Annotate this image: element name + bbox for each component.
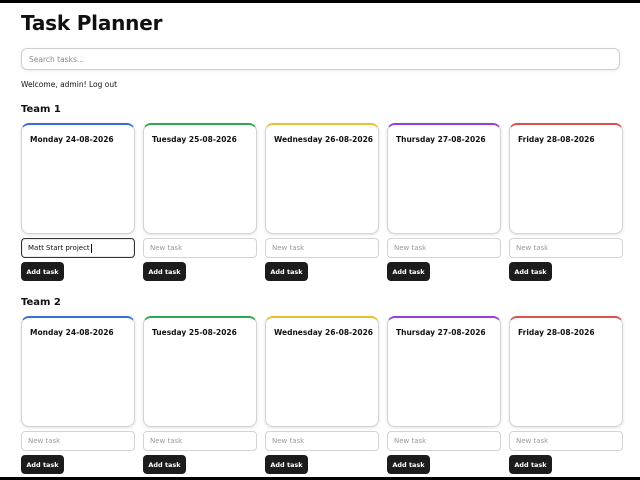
day-card: Tuesday 25-08-2026	[143, 123, 257, 234]
add-task-button[interactable]: Add task	[265, 262, 308, 281]
new-task-input[interactable]: New task	[21, 431, 135, 451]
day-column-monday: Monday 24-08-2026 Matt Start project Add…	[21, 123, 135, 281]
text-cursor	[90, 243, 92, 253]
new-task-placeholder: New task	[28, 437, 61, 445]
welcome-bar: Welcome, admin! Log out	[21, 80, 117, 89]
add-task-button[interactable]: Add task	[509, 262, 552, 281]
new-task-value: Matt Start project	[28, 244, 90, 252]
day-card: Monday 24-08-2026	[21, 316, 135, 427]
day-date: Tuesday 25-08-2026	[152, 135, 237, 144]
add-task-button[interactable]: Add task	[265, 455, 308, 474]
add-task-button[interactable]: Add task	[21, 455, 64, 474]
new-task-input[interactable]: Matt Start project	[21, 238, 135, 258]
page-title: Task Planner	[21, 11, 163, 35]
day-column-thursday: Thursday 27-08-2026 New task Add task	[387, 123, 501, 281]
day-card: Monday 24-08-2026	[21, 123, 135, 234]
day-column-tuesday: Tuesday 25-08-2026 New task Add task	[143, 316, 257, 474]
add-task-button[interactable]: Add task	[143, 262, 186, 281]
new-task-placeholder: New task	[394, 244, 427, 252]
new-task-input[interactable]: New task	[509, 431, 623, 451]
new-task-placeholder: New task	[150, 244, 183, 252]
new-task-placeholder: New task	[272, 437, 305, 445]
day-date: Friday 28-08-2026	[518, 135, 595, 144]
new-task-input[interactable]: New task	[265, 431, 379, 451]
add-task-button[interactable]: Add task	[143, 455, 186, 474]
new-task-placeholder: New task	[150, 437, 183, 445]
new-task-input[interactable]: New task	[143, 431, 257, 451]
day-date: Wednesday 26-08-2026	[274, 135, 374, 144]
day-columns: Monday 24-08-2026 New task Add task Tues…	[21, 316, 623, 474]
day-columns: Monday 24-08-2026 Matt Start project Add…	[21, 123, 623, 281]
day-date: Tuesday 25-08-2026	[152, 328, 237, 337]
new-task-input[interactable]: New task	[265, 238, 379, 258]
new-task-input[interactable]: New task	[143, 238, 257, 258]
day-date: Friday 28-08-2026	[518, 328, 595, 337]
add-task-button[interactable]: Add task	[21, 262, 64, 281]
new-task-input[interactable]: New task	[509, 238, 623, 258]
new-task-placeholder: New task	[516, 437, 549, 445]
day-column-friday: Friday 28-08-2026 New task Add task	[509, 123, 623, 281]
new-task-input[interactable]: New task	[387, 238, 501, 258]
logout-link[interactable]: Log out	[89, 80, 117, 89]
new-task-placeholder: New task	[272, 244, 305, 252]
day-date: Thursday 27-08-2026	[396, 135, 486, 144]
new-task-placeholder: New task	[516, 244, 549, 252]
day-column-wednesday: Wednesday 26-08-2026 New task Add task	[265, 316, 379, 474]
day-card: Wednesday 26-08-2026	[265, 123, 379, 234]
search-placeholder: Search tasks...	[29, 54, 84, 64]
search-input[interactable]: Search tasks...	[21, 48, 620, 70]
day-card: Thursday 27-08-2026	[387, 316, 501, 427]
day-date: Monday 24-08-2026	[30, 328, 114, 337]
day-date: Monday 24-08-2026	[30, 135, 114, 144]
day-card: Tuesday 25-08-2026	[143, 316, 257, 427]
day-card: Thursday 27-08-2026	[387, 123, 501, 234]
add-task-button[interactable]: Add task	[387, 262, 430, 281]
day-card: Friday 28-08-2026	[509, 123, 623, 234]
new-task-input[interactable]: New task	[387, 431, 501, 451]
day-card: Wednesday 26-08-2026	[265, 316, 379, 427]
day-column-monday: Monday 24-08-2026 New task Add task	[21, 316, 135, 474]
add-task-button[interactable]: Add task	[509, 455, 552, 474]
day-column-friday: Friday 28-08-2026 New task Add task	[509, 316, 623, 474]
day-card: Friday 28-08-2026	[509, 316, 623, 427]
new-task-placeholder: New task	[394, 437, 427, 445]
team-title: Team 2	[21, 297, 61, 308]
day-column-thursday: Thursday 27-08-2026 New task Add task	[387, 316, 501, 474]
team-title: Team 1	[21, 104, 61, 115]
add-task-button[interactable]: Add task	[387, 455, 430, 474]
day-date: Thursday 27-08-2026	[396, 328, 486, 337]
welcome-text: Welcome, admin!	[21, 80, 87, 89]
day-column-tuesday: Tuesday 25-08-2026 New task Add task	[143, 123, 257, 281]
day-column-wednesday: Wednesday 26-08-2026 New task Add task	[265, 123, 379, 281]
day-date: Wednesday 26-08-2026	[274, 328, 374, 337]
